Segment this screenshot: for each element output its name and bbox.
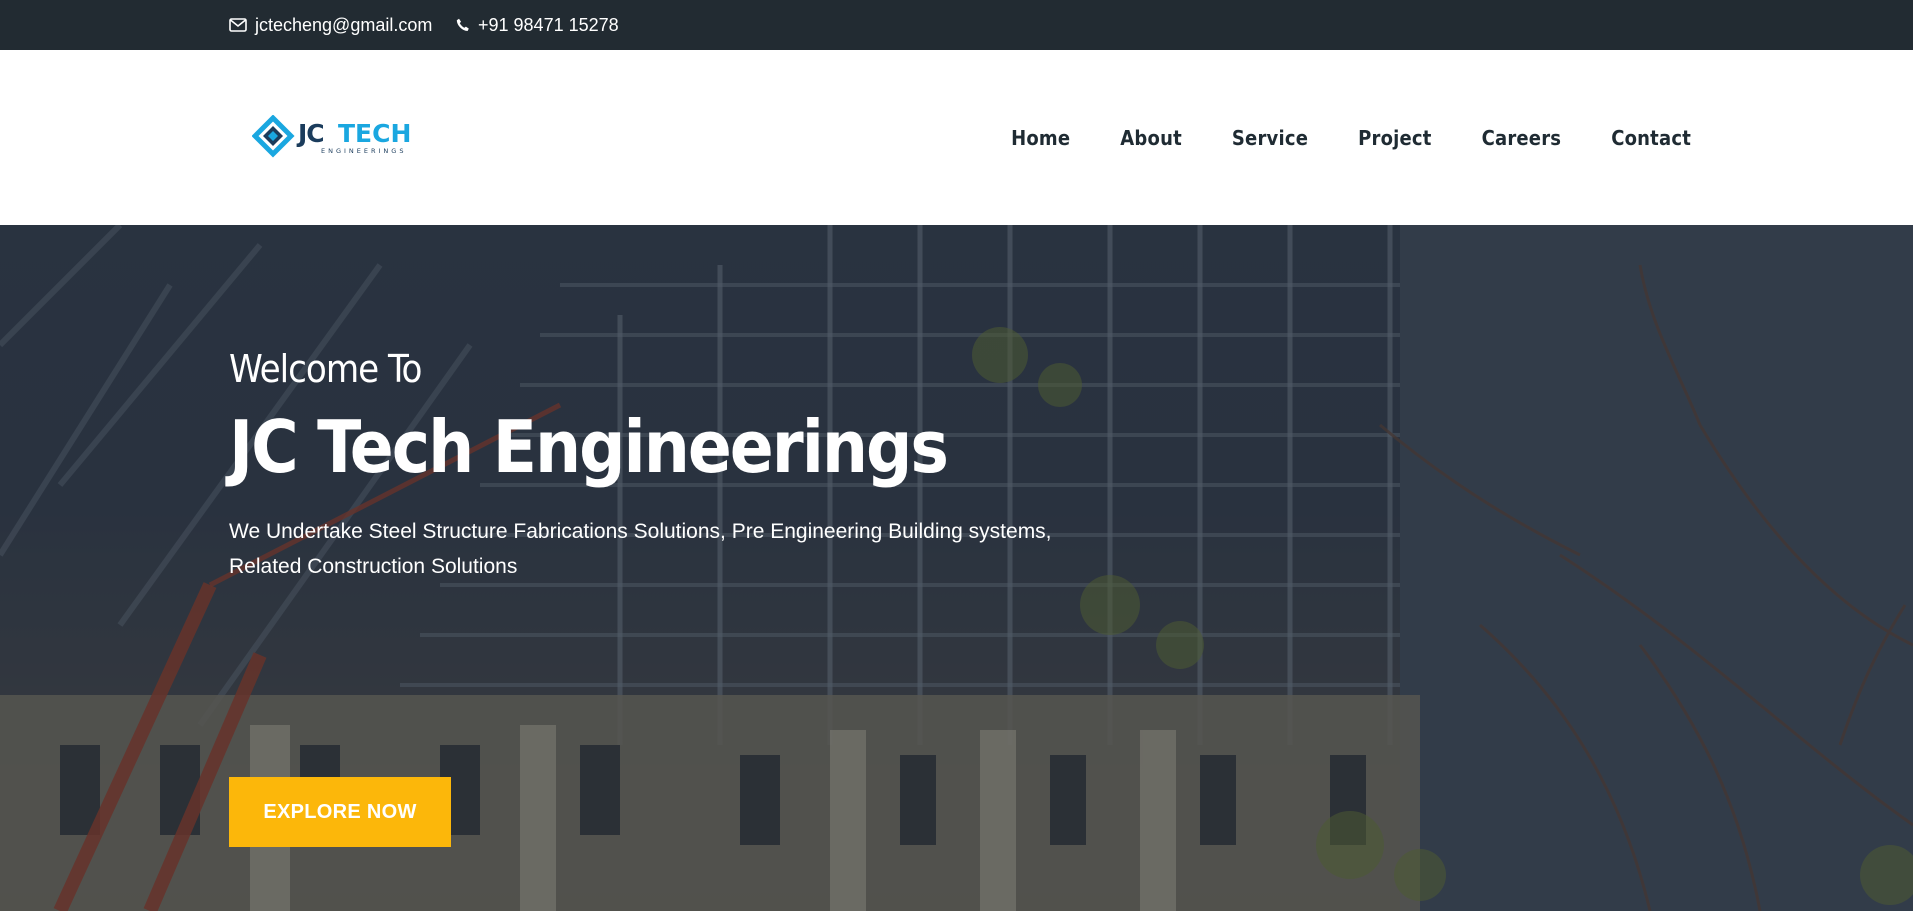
phone-link[interactable]: +91 98471 15278 — [456, 0, 619, 50]
phone-icon — [456, 18, 470, 32]
logo-mark-icon — [252, 115, 295, 158]
main-nav: Home About Service Project Careers Conta… — [1011, 50, 1691, 225]
email-link[interactable]: jctecheng@gmail.com — [229, 0, 432, 50]
explore-now-button[interactable]: EXPLORE NOW — [229, 777, 451, 847]
nav-home[interactable]: Home — [1011, 126, 1070, 150]
email-text: jctecheng@gmail.com — [255, 14, 433, 35]
hero-content: Welcome To JC Tech Engineerings We Under… — [229, 347, 1109, 847]
hero-tagline-line-1: We Undertake Steel Structure Fabrication… — [229, 519, 1052, 543]
phone-text: +91 98471 15278 — [478, 14, 619, 35]
site-header: JC TECH ENGINEERINGS Home About Service … — [0, 50, 1913, 225]
hero-welcome: Welcome To — [229, 347, 422, 391]
hero-tagline-line-2: Related Construction Solutions — [229, 554, 518, 578]
logo[interactable]: JC TECH ENGINEERINGS — [252, 115, 462, 160]
svg-text:JC: JC — [296, 119, 324, 148]
top-contact-bar: jctecheng@gmail.com +91 98471 15278 — [0, 0, 1913, 50]
nav-contact[interactable]: Contact — [1611, 126, 1691, 150]
hero-title: JC Tech Engineerings — [229, 405, 949, 489]
svg-text:TECH: TECH — [338, 119, 411, 148]
nav-careers[interactable]: Careers — [1482, 126, 1562, 150]
nav-project[interactable]: Project — [1358, 126, 1431, 150]
envelope-icon — [229, 18, 247, 32]
hero-tagline: We Undertake Steel Structure Fabrication… — [229, 514, 1069, 584]
svg-text:ENGINEERINGS: ENGINEERINGS — [321, 147, 406, 155]
nav-about[interactable]: About — [1120, 126, 1182, 150]
nav-service[interactable]: Service — [1232, 126, 1308, 150]
hero-banner: Welcome To JC Tech Engineerings We Under… — [0, 225, 1913, 911]
